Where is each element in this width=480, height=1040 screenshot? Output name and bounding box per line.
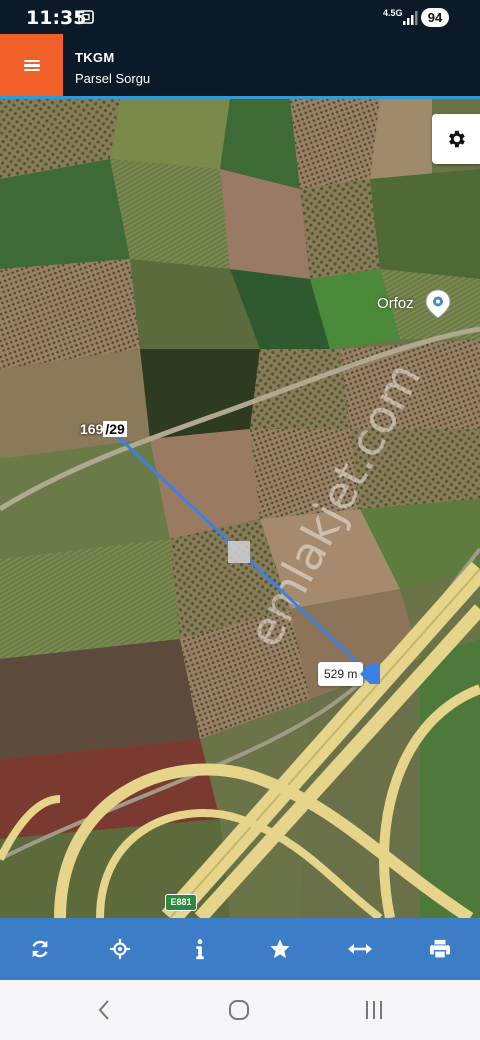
place-label: Orfoz — [377, 295, 414, 312]
refresh-button[interactable] — [10, 918, 70, 980]
map-imagery: emlakjet.com — [0, 99, 480, 918]
measure-midpoint-handle[interactable] — [228, 541, 250, 563]
gear-icon — [449, 130, 465, 148]
satellite-map[interactable]: emlakjet.com Orfoz 169/29 529 m E881 — [0, 99, 480, 918]
recents-button[interactable] — [359, 996, 389, 1024]
battery-indicator: 94 — [421, 8, 449, 27]
menu-button[interactable] — [0, 34, 63, 97]
print-button[interactable] — [410, 918, 470, 980]
home-icon — [229, 1000, 249, 1020]
bottom-toolbar — [0, 918, 480, 980]
locate-icon — [109, 938, 131, 960]
measure-endpoint-handle[interactable] — [360, 664, 380, 684]
location-pin-icon[interactable] — [424, 289, 452, 319]
back-icon — [98, 1000, 109, 1020]
status-bar: 11:35 4.5G 94 — [0, 0, 480, 34]
app-title: TKGM — [75, 50, 115, 65]
hamburger-menu-icon — [23, 58, 40, 74]
signal-icon — [403, 11, 418, 25]
back-button[interactable] — [89, 996, 119, 1024]
settings-button[interactable] — [432, 114, 480, 164]
app-subtitle: Parsel Sorgu — [75, 71, 151, 86]
system-nav-bar — [0, 980, 480, 1040]
network-type: 4.5G — [383, 8, 403, 18]
parcel-number: 169 — [80, 421, 104, 437]
parcel-suffix: /29 — [103, 421, 127, 437]
parcel-label[interactable]: 169/29 — [80, 421, 127, 437]
print-icon — [430, 939, 450, 959]
info-icon — [196, 939, 204, 960]
info-button[interactable] — [170, 918, 230, 980]
app-bar: TKGM Parsel Sorgu — [0, 34, 480, 97]
app-titles: TKGM Parsel Sorgu — [75, 50, 150, 86]
star-icon — [270, 939, 290, 958]
locate-button[interactable] — [90, 918, 150, 980]
favorite-button[interactable] — [250, 918, 310, 980]
measure-distance-label: 529 m — [318, 662, 364, 686]
refresh-icon — [32, 940, 48, 958]
recents-icon — [366, 1001, 382, 1019]
measure-icon — [348, 944, 372, 954]
measure-button[interactable] — [330, 918, 390, 980]
road-shield: E881 — [165, 894, 197, 911]
home-button[interactable] — [224, 996, 254, 1024]
screenshot-icon — [78, 10, 94, 24]
